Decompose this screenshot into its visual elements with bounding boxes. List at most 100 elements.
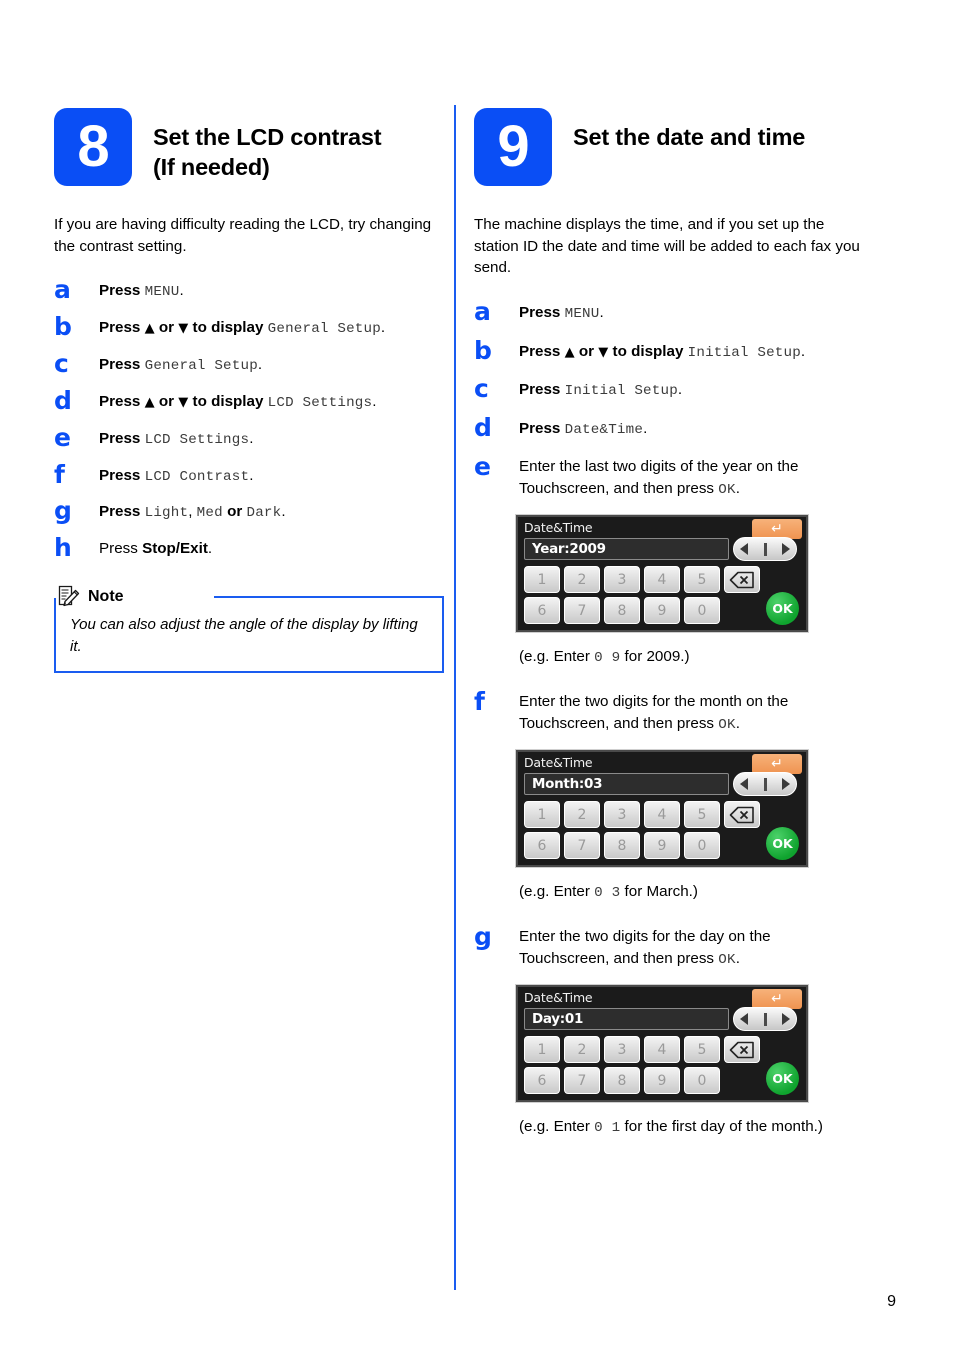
step-9g-mono: OK	[718, 951, 736, 968]
down-arrow-icon: ▼	[598, 344, 609, 360]
example-year: (e.g. Enter 0 9 for 2009.)	[519, 646, 864, 669]
lcd-value-field[interactable]: Month:03	[524, 773, 729, 796]
nav-right-icon[interactable]	[782, 778, 790, 791]
key-6[interactable]: 6	[524, 597, 560, 625]
key-6[interactable]: 6	[524, 1067, 560, 1095]
step-9c-press: Press	[519, 381, 561, 399]
back-arrow-icon[interactable]: ↵	[752, 989, 802, 1010]
step-8g-sep: ,	[188, 503, 193, 521]
section-lcd-contrast: 8 Set the LCD contrast (If needed) If yo…	[54, 108, 444, 673]
key-2[interactable]: 2	[564, 801, 600, 829]
key-4[interactable]: 4	[644, 566, 680, 594]
key-1[interactable]: 1	[524, 801, 560, 829]
step-8d-or: or	[158, 392, 175, 410]
key-0[interactable]: 0	[684, 832, 720, 860]
key-4[interactable]: 4	[644, 1036, 680, 1064]
note-label: Note	[88, 587, 124, 605]
step-8g-press: Press	[99, 503, 141, 521]
step-8b-tail: .	[380, 319, 386, 337]
back-arrow-icon[interactable]: ↵	[752, 519, 802, 540]
key-7[interactable]: 7	[564, 597, 600, 625]
backspace-icon[interactable]	[724, 801, 760, 829]
step-number-badge-8: 8	[54, 108, 132, 186]
lcd-title: Date&Time	[524, 755, 593, 771]
step-8b-press: Press	[99, 319, 141, 337]
key-0[interactable]: 0	[684, 1067, 720, 1095]
nav-left-icon[interactable]	[740, 543, 748, 556]
key-2[interactable]: 2	[564, 1036, 600, 1064]
step-8g-tail: .	[281, 503, 286, 521]
key-9[interactable]: 9	[644, 1067, 680, 1095]
step-text-8g: Press Light, Med or Dark.	[99, 498, 444, 524]
key-0[interactable]: 0	[684, 597, 720, 625]
step-text-9e: Enter the last two digits of the year on…	[519, 454, 864, 500]
step-8a-mono: MENU	[144, 284, 180, 301]
key-5[interactable]: 5	[684, 1036, 720, 1064]
example-year-post: for 2009.)	[624, 648, 690, 666]
lcd-value-text: Day:01	[532, 1011, 584, 1028]
step-letter-9g: g	[474, 922, 492, 952]
step-8c-tail: .	[257, 355, 263, 373]
section-header-9: 9 Set the date and time	[474, 108, 864, 186]
key-8[interactable]: 8	[604, 597, 640, 625]
step-item-8b: b Press ▲ or ▼ to display General Setup.	[54, 314, 444, 340]
lcd-value-text: Year:2009	[532, 541, 606, 558]
step-9d-mono: Date&Time	[564, 422, 644, 439]
lcd-value-field[interactable]: Day:01	[524, 1008, 729, 1031]
key-3[interactable]: 3	[604, 801, 640, 829]
section-8-steps: a Press MENU. b Press ▲ or ▼ to display …	[54, 277, 444, 560]
key-1[interactable]: 1	[524, 1036, 560, 1064]
step-8b-todisplay: to display	[192, 319, 264, 337]
down-arrow-icon: ▼	[178, 321, 189, 337]
key-1[interactable]: 1	[524, 566, 560, 594]
step-8b-or: or	[158, 319, 175, 337]
backspace-icon[interactable]	[724, 1036, 760, 1064]
backspace-icon[interactable]	[724, 566, 760, 594]
lcd-nav-control[interactable]	[733, 537, 797, 562]
ok-button[interactable]: OK	[766, 592, 799, 626]
key-9[interactable]: 9	[644, 832, 680, 860]
step-letter-9b: b	[474, 335, 492, 365]
step-item-9a: a Press MENU.	[474, 299, 864, 325]
step-8g-conj: or	[227, 503, 243, 521]
step-letter-8e: e	[54, 422, 71, 452]
example-day-mono: 0 1	[594, 1120, 621, 1137]
step-8h-press: Press	[99, 540, 138, 558]
step-letter-8d: d	[54, 385, 72, 415]
key-3[interactable]: 3	[604, 1036, 640, 1064]
key-2[interactable]: 2	[564, 566, 600, 594]
key-3[interactable]: 3	[604, 566, 640, 594]
step-8c-mono: General Setup	[144, 357, 258, 374]
step-9d-tail: .	[643, 420, 648, 438]
lcd-keypad: 1 2 3 4 5 6 7 8 9 0	[524, 801, 720, 860]
nav-left-icon[interactable]	[740, 778, 748, 791]
lcd-value-field[interactable]: Year:2009	[524, 538, 729, 561]
step-9e-text: Enter the last two digits of the year on…	[519, 458, 799, 497]
key-7[interactable]: 7	[564, 1067, 600, 1095]
key-9[interactable]: 9	[644, 597, 680, 625]
nav-right-icon[interactable]	[782, 543, 790, 556]
key-4[interactable]: 4	[644, 801, 680, 829]
back-arrow-icon[interactable]: ↵	[752, 754, 802, 775]
step-9c-mono: Initial Setup	[564, 383, 678, 400]
step-8d-press: Press	[99, 392, 141, 410]
step-8c-press: Press	[99, 355, 141, 373]
key-7[interactable]: 7	[564, 832, 600, 860]
example-day: (e.g. Enter 0 1 for the first day of the…	[519, 1116, 864, 1139]
nav-left-icon[interactable]	[740, 1013, 748, 1026]
key-8[interactable]: 8	[604, 832, 640, 860]
step-8f-mono: LCD Contrast	[144, 468, 250, 485]
lcd-nav-control[interactable]	[733, 772, 797, 797]
key-8[interactable]: 8	[604, 1067, 640, 1095]
ok-button[interactable]: OK	[766, 827, 799, 861]
ok-button[interactable]: OK	[766, 1062, 799, 1096]
nav-right-icon[interactable]	[782, 1013, 790, 1026]
step-text-9c: Press Initial Setup.	[519, 376, 864, 402]
lcd-nav-control[interactable]	[733, 1007, 797, 1032]
key-5[interactable]: 5	[684, 801, 720, 829]
step-9b-press: Press	[519, 342, 561, 360]
step-text-8f: Press LCD Contrast.	[99, 462, 444, 488]
key-6[interactable]: 6	[524, 832, 560, 860]
step-number-badge-9: 9	[474, 108, 552, 186]
key-5[interactable]: 5	[684, 566, 720, 594]
